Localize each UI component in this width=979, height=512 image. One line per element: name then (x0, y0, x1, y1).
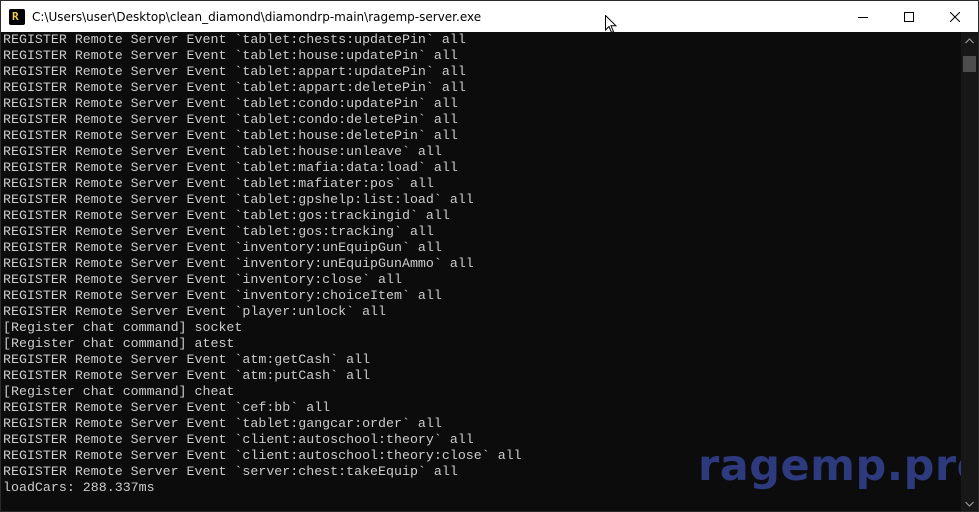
console-line: REGISTER Remote Server Event `tablet:con… (3, 96, 458, 111)
console-line: REGISTER Remote Server Event `inventory:… (3, 288, 442, 303)
app-icon-glyph: R (12, 9, 19, 23)
window-title: C:\Users\user\Desktop\clean_diamond\diam… (32, 9, 482, 24)
console-line: [Register chat command] atest (3, 336, 235, 351)
console-line: REGISTER Remote Server Event `tablet:gps… (3, 192, 474, 207)
console-line: REGISTER Remote Server Event `atm:getCas… (3, 352, 371, 367)
console-line: REGISTER Remote Server Event `tablet:hou… (3, 144, 442, 159)
console-line: REGISTER Remote Server Event `tablet:che… (3, 32, 466, 47)
minimize-icon (858, 16, 868, 18)
console-line: REGISTER Remote Server Event `tablet:gos… (3, 208, 450, 223)
console-line: REGISTER Remote Server Event `cef:bb` al… (3, 400, 331, 415)
scroll-down-button[interactable] (961, 495, 978, 511)
close-button[interactable] (932, 1, 978, 32)
vertical-scrollbar[interactable] (961, 32, 978, 511)
console-line: REGISTER Remote Server Event `tablet:hou… (3, 128, 458, 143)
console-window: R C:\Users\user\Desktop\clean_diamond\di… (0, 0, 979, 512)
console-line: REGISTER Remote Server Event `tablet:maf… (3, 176, 434, 191)
chevron-down-icon (965, 501, 974, 507)
console-line: REGISTER Remote Server Event `atm:putCas… (3, 368, 371, 383)
scroll-thumb[interactable] (963, 56, 976, 72)
console-output[interactable]: REGISTER Remote Server Event `tablet:che… (1, 32, 961, 511)
console-line: REGISTER Remote Server Event `inventory:… (3, 272, 402, 287)
console-line: REGISTER Remote Server Event `player:unl… (3, 304, 387, 319)
window-controls (840, 1, 978, 32)
console-line: REGISTER Remote Server Event `tablet:gan… (3, 416, 442, 431)
console-line: REGISTER Remote Server Event `tablet:app… (3, 80, 466, 95)
scroll-up-button[interactable] (961, 32, 978, 49)
console-line: REGISTER Remote Server Event `tablet:maf… (3, 160, 458, 175)
close-icon (950, 11, 960, 22)
ragemp-app-icon: R (9, 8, 25, 25)
console-line: [Register chat command] socket (3, 320, 243, 335)
console-line: REGISTER Remote Server Event `inventory:… (3, 240, 442, 255)
title-bar[interactable]: R C:\Users\user\Desktop\clean_diamond\di… (1, 1, 978, 32)
maximize-button[interactable] (886, 1, 932, 32)
watermark-text: ragemp.pro (698, 441, 979, 491)
console-line: [Register chat command] cheat (3, 384, 235, 399)
console-line: REGISTER Remote Server Event `tablet:con… (3, 112, 458, 127)
console-line: REGISTER Remote Server Event `tablet:app… (3, 64, 466, 79)
console-line: REGISTER Remote Server Event `tablet:hou… (3, 48, 458, 63)
console-line: REGISTER Remote Server Event `inventory:… (3, 256, 474, 271)
maximize-icon (904, 11, 914, 22)
minimize-button[interactable] (840, 1, 886, 32)
console-line: REGISTER Remote Server Event `tablet:gos… (3, 224, 434, 239)
chevron-up-icon (965, 37, 974, 43)
